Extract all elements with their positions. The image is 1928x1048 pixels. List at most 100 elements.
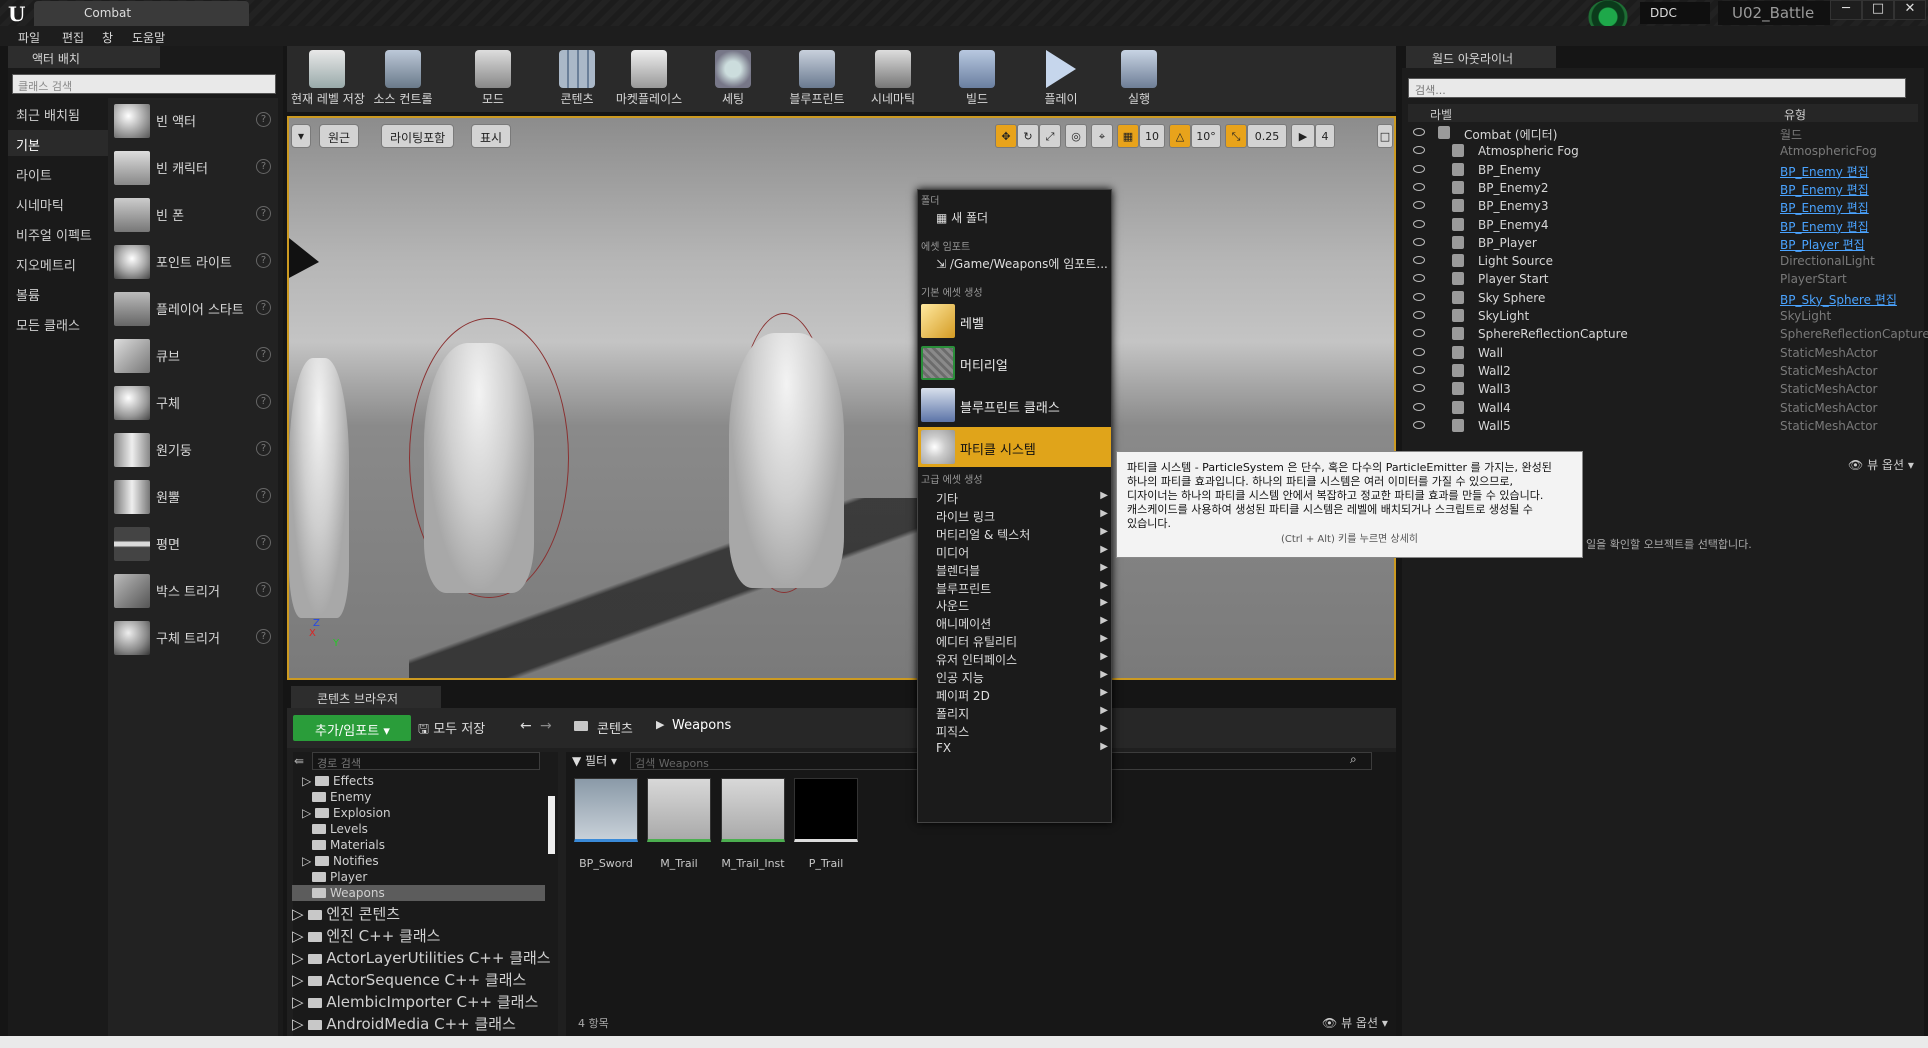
maximize-button[interactable]: □ xyxy=(1862,0,1894,20)
outliner-row-type[interactable]: BP_Enemy 편집 xyxy=(1780,218,1869,235)
place-actors-tab[interactable]: 액터 배치 xyxy=(8,46,160,68)
outliner-row-type[interactable]: BP_Player 편집 xyxy=(1780,236,1865,253)
outliner-row[interactable]: SkyLight SkyLight xyxy=(1408,307,1918,325)
folder-explosion[interactable]: ▷ Explosion xyxy=(302,806,391,820)
visibility-eye-icon[interactable] xyxy=(1413,164,1425,173)
folder-materials[interactable]: Materials xyxy=(312,838,385,852)
ctx-submenu-item[interactable]: 미디어 ▶ xyxy=(936,544,1108,561)
category-recent[interactable]: 최근 배치됨 xyxy=(8,100,108,126)
path-search-input[interactable]: 경로 검색 xyxy=(312,752,540,770)
actor-item-player-start[interactable]: 플레이어 스타트? xyxy=(108,286,278,330)
ctx-submenu-item[interactable]: 블렌더블 ▶ xyxy=(936,562,1108,579)
outliner-row-type[interactable]: BP_Enemy 편집 xyxy=(1780,163,1869,180)
help-icon[interactable]: ? xyxy=(256,535,271,550)
add-import-button[interactable]: 추가/임포트 ▾ xyxy=(293,715,411,741)
world-outliner-tab[interactable]: 월드 아웃라이너 xyxy=(1406,46,1556,68)
column-type[interactable]: 유형 xyxy=(1784,106,1806,123)
viewport-options-dropdown[interactable]: ▾ xyxy=(291,124,312,148)
category-volumes[interactable]: 볼륨 xyxy=(8,280,108,306)
actor-item-point-light[interactable]: 포인트 라이트? xyxy=(108,239,278,283)
search-icon[interactable]: ⌕ xyxy=(1350,752,1357,767)
visibility-eye-icon[interactable] xyxy=(1413,128,1425,136)
outliner-row[interactable]: BP_Enemy2 BP_Enemy 편집 xyxy=(1408,179,1918,197)
cinematics-button[interactable]: 시네마틱 xyxy=(857,48,929,110)
ctx-submenu-item[interactable]: FX ▶ xyxy=(936,741,1108,755)
enemy-mannequin[interactable] xyxy=(424,343,534,593)
actor-item-plane[interactable]: 평면? xyxy=(108,521,278,565)
outliner-row[interactable]: BP_Enemy4 BP_Enemy 편집 xyxy=(1408,216,1918,234)
actor-item-sphere-trigger[interactable]: 구체 트리거? xyxy=(108,615,278,659)
visibility-eye-icon[interactable] xyxy=(1413,274,1425,283)
actor-item-cube[interactable]: 큐브? xyxy=(108,333,278,377)
outliner-row[interactable]: Wall StaticMeshActor xyxy=(1408,344,1918,362)
folder-actorlayerutilities[interactable]: ▷ ActorLayerUtilities C++ 클래스 xyxy=(292,947,551,968)
camera-speed-value[interactable]: 4 xyxy=(1315,124,1335,148)
outliner-row[interactable]: BP_Player BP_Player 편집 xyxy=(1408,234,1918,252)
visibility-eye-icon[interactable] xyxy=(1413,311,1425,319)
scale-snap-value[interactable]: 0.25 xyxy=(1247,124,1287,148)
folder-alembicimporter[interactable]: ▷ AlembicImporter C++ 클래스 xyxy=(292,991,538,1012)
outliner-row[interactable]: Wall5 StaticMeshActor xyxy=(1408,417,1918,435)
translate-tool-icon[interactable]: ✥ xyxy=(995,124,1017,148)
save-all-button[interactable]: 🖫 모두 저장 xyxy=(418,718,485,742)
ctx-submenu-item[interactable]: 애니메이션 ▶ xyxy=(936,615,1108,632)
menu-help[interactable]: 도움말 xyxy=(132,29,165,46)
category-basic[interactable]: 기본 xyxy=(8,130,108,156)
perspective-button[interactable]: 원근 xyxy=(319,124,360,148)
build-button[interactable]: 빌드 xyxy=(941,48,1013,110)
ctx-create-level[interactable]: 레벨 xyxy=(918,301,1111,341)
grid-snap-icon[interactable]: ▦ xyxy=(1117,124,1139,148)
launch-button[interactable]: 실행 xyxy=(1103,48,1175,110)
category-geometry[interactable]: 지오메트리 xyxy=(8,250,108,276)
outliner-row-type[interactable]: BP_Enemy 편집 xyxy=(1780,181,1869,198)
outliner-row[interactable]: Combat (에디터) 월드 xyxy=(1408,124,1918,142)
outliner-row[interactable]: Light Source DirectionalLight xyxy=(1408,252,1918,270)
world-space-icon[interactable]: ◎ xyxy=(1065,124,1087,148)
outliner-row[interactable]: Wall2 StaticMeshActor xyxy=(1408,362,1918,380)
ctx-submenu-item[interactable]: 인공 지능 ▶ xyxy=(936,669,1108,686)
help-icon[interactable]: ? xyxy=(256,159,271,174)
help-icon[interactable]: ? xyxy=(256,441,271,456)
outliner-view-options-button[interactable]: 👁 뷰 옵션 ▾ xyxy=(1848,456,1914,473)
help-icon[interactable]: ? xyxy=(256,488,271,503)
visibility-eye-icon[interactable] xyxy=(1413,402,1425,411)
folder-enemy[interactable]: Enemy xyxy=(312,790,371,804)
category-all-classes[interactable]: 모든 클래스 xyxy=(8,310,108,336)
show-flags-button[interactable]: 표시 xyxy=(471,124,512,148)
folder-notifies[interactable]: ▷ Notifies xyxy=(302,854,379,868)
help-icon[interactable]: ? xyxy=(256,582,271,597)
ctx-new-folder[interactable]: ▦ 새 폴더 xyxy=(936,209,988,226)
help-icon[interactable]: ? xyxy=(256,629,271,644)
visibility-eye-icon[interactable] xyxy=(1413,256,1425,265)
surface-snap-icon[interactable]: ⌖ xyxy=(1091,124,1113,148)
outliner-row-type[interactable]: BP_Enemy 편집 xyxy=(1780,199,1869,216)
actor-item-empty-character[interactable]: 빈 캐릭터? xyxy=(108,145,278,189)
blueprints-button[interactable]: 블루프린트 xyxy=(781,48,853,110)
actor-item-sphere[interactable]: 구체? xyxy=(108,380,278,424)
folder-weapons[interactable]: Weapons xyxy=(292,885,545,901)
help-icon[interactable]: ? xyxy=(256,112,271,127)
rotate-tool-icon[interactable]: ↻ xyxy=(1017,124,1039,148)
save-level-button[interactable]: 현재 레벨 저장 xyxy=(291,48,365,110)
ctx-submenu-item[interactable]: 머티리얼 & 텍스처 ▶ xyxy=(936,526,1108,543)
menu-edit[interactable]: 편집 xyxy=(62,29,84,46)
help-icon[interactable]: ? xyxy=(256,394,271,409)
enemy-mannequin[interactable] xyxy=(289,358,349,618)
modes-button[interactable]: 모드 xyxy=(457,48,529,110)
class-search-input[interactable]: 클래스 검색 xyxy=(12,74,276,94)
visibility-eye-icon[interactable] xyxy=(1413,384,1425,393)
visibility-eye-icon[interactable] xyxy=(1413,182,1425,191)
ctx-submenu-item[interactable]: 사운드 ▶ xyxy=(936,597,1108,614)
marketplace-button[interactable]: 마켓플레이스 xyxy=(613,48,685,110)
outliner-row[interactable]: BP_Enemy BP_Enemy 편집 xyxy=(1408,161,1918,179)
actor-item-cone[interactable]: 원뿔? xyxy=(108,474,278,518)
ctx-import[interactable]: ⇲ /Game/Weapons에 임포트... xyxy=(936,255,1108,272)
asset-tile-m-trail[interactable] xyxy=(647,778,711,842)
category-cinematic[interactable]: 시네마틱 xyxy=(8,190,108,216)
column-label[interactable]: 라벨 xyxy=(1430,106,1452,123)
level-tab[interactable]: Combat xyxy=(34,1,249,26)
actor-item-empty-actor[interactable]: 빈 액터? xyxy=(108,98,278,142)
actor-item-box-trigger[interactable]: 박스 트리거? xyxy=(108,568,278,612)
visibility-eye-icon[interactable] xyxy=(1413,237,1425,246)
outliner-row[interactable]: SphereReflectionCapture SphereReflectionC… xyxy=(1408,325,1928,343)
